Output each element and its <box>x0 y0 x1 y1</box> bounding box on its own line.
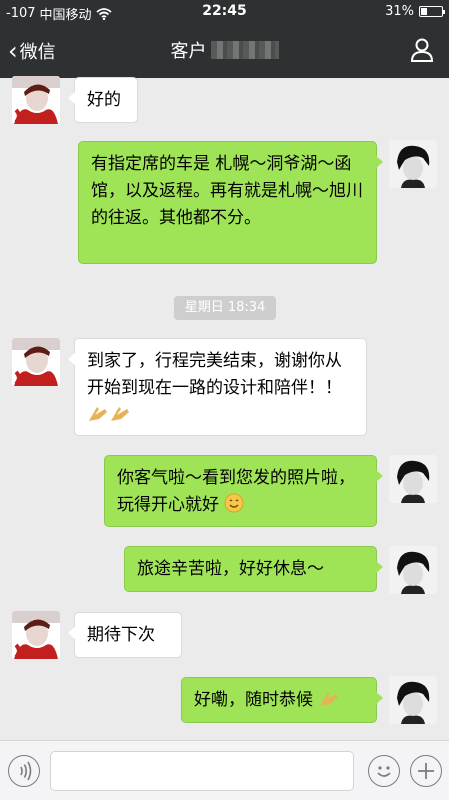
contact-avatar-image <box>12 611 60 659</box>
clap-icon <box>318 688 340 717</box>
message-bubble-outgoing[interactable]: 有指定席的车是 札幌～洞爷湖～函馆，以及返程。再有就是札幌～旭川的往返。其他都不… <box>78 141 383 264</box>
self-avatar-image <box>389 546 437 594</box>
contact-avatar-image <box>12 338 60 386</box>
message-input[interactable] <box>50 751 354 791</box>
voice-button[interactable] <box>8 755 40 787</box>
message-bubble-incoming[interactable]: 期待下次 <box>68 612 182 658</box>
message-bubble-incoming[interactable]: 好的 <box>68 77 138 123</box>
self-avatar[interactable] <box>389 676 437 724</box>
self-avatar[interactable] <box>389 140 437 188</box>
status-time: 22:45 <box>202 3 247 19</box>
voice-icon <box>20 761 32 781</box>
emoji-icon <box>377 766 391 777</box>
message-bubble-outgoing[interactable]: 旅途辛苦啦，好好休息～ <box>124 546 383 592</box>
contact-avatar[interactable] <box>12 338 60 386</box>
message-bubble-outgoing[interactable]: 你客气啦～看到您发的照片啦，玩得开心就好 <box>104 455 383 527</box>
smile-icon <box>224 493 244 522</box>
time-divider: 星期日 18:34 <box>174 296 276 320</box>
message-bubble-incoming[interactable]: 到家了，行程完美结束，谢谢你从开始到现在一路的设计和陪伴！！ <box>68 338 367 436</box>
more-button[interactable] <box>410 755 442 787</box>
chat-title: 客户 <box>0 37 449 63</box>
self-avatar[interactable] <box>389 546 437 594</box>
contact-avatar[interactable] <box>12 76 60 124</box>
status-bar: -107 中国移动 22:45 31% <box>0 0 449 24</box>
status-right: 31% <box>385 4 445 19</box>
self-avatar-image <box>389 455 437 503</box>
battery-percent: 31% <box>385 4 414 19</box>
emoji-button[interactable] <box>368 755 400 787</box>
top-bar: -107 中国移动 22:45 31% ‹ 微信 客户 <box>0 0 449 78</box>
self-avatar[interactable] <box>389 455 437 503</box>
plus-icon <box>418 763 434 779</box>
input-bar <box>0 740 449 800</box>
self-avatar-image <box>389 676 437 724</box>
message-bubble-outgoing[interactable]: 好嘞，随时恭候 <box>181 677 383 723</box>
self-avatar-image <box>389 140 437 188</box>
message-text: 到家了，行程完美结束，谢谢你从开始到现在一路的设计和陪伴！！ <box>87 351 342 398</box>
redacted-name <box>210 41 279 59</box>
contact-avatar[interactable] <box>12 611 60 659</box>
chat-title-text: 客户 <box>170 41 207 62</box>
nav-bar: ‹ 微信 客户 <box>0 24 449 78</box>
message-text: 好嘞，随时恭候 <box>194 690 313 710</box>
clap-icon <box>87 403 131 432</box>
person-icon[interactable] <box>411 38 433 62</box>
battery-icon <box>419 6 445 17</box>
contact-avatar-image <box>12 76 60 124</box>
battery-fill <box>421 8 428 15</box>
